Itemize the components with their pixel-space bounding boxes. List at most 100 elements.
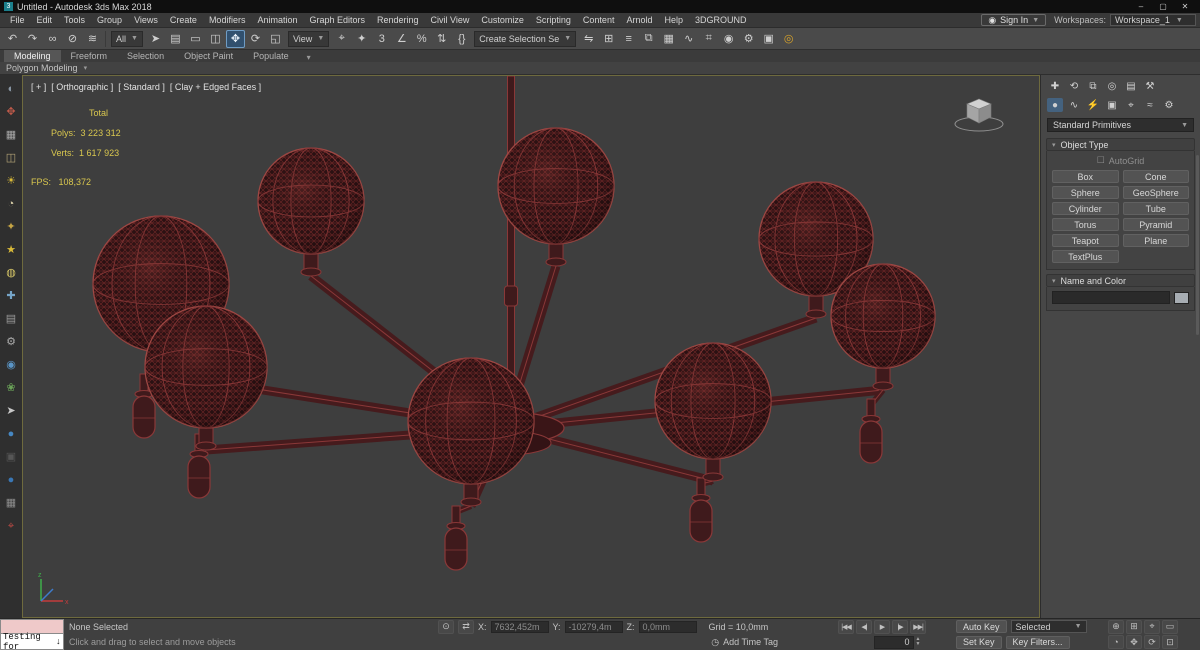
next-frame-button[interactable]: |▶ — [892, 619, 908, 634]
menu-animation[interactable]: Animation — [251, 13, 303, 28]
spinner-snap-icon[interactable]: ⇅ — [432, 30, 451, 48]
ribbon-tab-modeling[interactable]: Modeling — [4, 50, 61, 62]
zoom-all-icon[interactable]: ⊞ — [1126, 619, 1142, 634]
shapes-category-icon[interactable]: ∿ — [1066, 98, 1082, 112]
close-button[interactable]: ✕ — [1174, 2, 1196, 11]
set-key-button[interactable]: Set Key — [956, 635, 1002, 649]
sun-light-icon[interactable]: ☀ — [3, 173, 19, 189]
bulb-icon[interactable]: ◍ — [3, 265, 19, 281]
undo-icon[interactable]: ↶ — [3, 30, 22, 48]
listener-line[interactable]: Testing for ↓ — [0, 632, 64, 650]
select-and-manipulate-icon[interactable]: ✦ — [352, 30, 371, 48]
go-to-end-button[interactable]: ▶▶| — [910, 619, 926, 634]
objtype-teapot-button[interactable]: Teapot — [1052, 234, 1119, 247]
objtype-sphere-button[interactable]: Sphere — [1052, 186, 1119, 199]
objtype-cone-button[interactable]: Cone — [1122, 170, 1189, 183]
offset-mode-icon[interactable]: ⇄ — [458, 619, 474, 634]
ribbon-tab-selection[interactable]: Selection — [117, 50, 174, 62]
select-by-name-icon[interactable]: ▤ — [166, 30, 185, 48]
ribbon-subbar[interactable]: Polygon Modeling ▾ — [0, 62, 1200, 75]
spacewarps-category-icon[interactable]: ≈ — [1142, 98, 1158, 112]
menu-edit[interactable]: Edit — [31, 13, 59, 28]
menu-create[interactable]: Create — [164, 13, 203, 28]
maximize-button[interactable]: ▢ — [1152, 2, 1174, 11]
rendered-frame-window-icon[interactable]: ▣ — [759, 30, 778, 48]
frame-spinner[interactable]: ▲ ▼ — [916, 637, 921, 647]
ribbon-options-icon[interactable]: ▾ — [307, 53, 311, 62]
render-production-icon[interactable]: ◎ — [779, 30, 798, 48]
y-coordinate-field[interactable]: -10279,4m — [564, 620, 623, 633]
utilities-tab-icon[interactable]: ⚒ — [1142, 79, 1158, 93]
mirror-icon[interactable]: ⇋ — [579, 30, 598, 48]
helpers-category-icon[interactable]: ⌖ — [1123, 98, 1139, 112]
percent-snap-icon[interactable]: % — [412, 30, 431, 48]
selection-filter-dropdown[interactable]: All ▼ — [111, 30, 143, 47]
sign-in-dropdown[interactable]: ◉ Sign In ▼ — [981, 14, 1047, 26]
z-coordinate-field[interactable]: 0,0mm — [638, 620, 697, 633]
select-and-rotate-icon[interactable]: ⟳ — [246, 30, 265, 48]
name-and-color-rollout-header[interactable]: ▾ Name and Color — [1046, 274, 1195, 287]
render-setup-icon[interactable]: ⚙ — [739, 30, 758, 48]
objtype-cylinder-button[interactable]: Cylinder — [1052, 202, 1119, 215]
viewport[interactable]: [ + ] [ Orthographic ] [ Standard ] [ Cl… — [22, 75, 1040, 618]
key-filters-button[interactable]: Key Filters... — [1005, 635, 1070, 649]
zoom-extents-icon[interactable]: ⌖ — [1144, 619, 1160, 634]
unlink-selection-icon[interactable]: ⊘ — [63, 30, 82, 48]
menu-content[interactable]: Content — [577, 13, 621, 28]
select-link-icon[interactable]: ∞ — [43, 30, 62, 48]
hierarchy-tab-icon[interactable]: ⧉ — [1085, 79, 1101, 93]
menu-scripting[interactable]: Scripting — [530, 13, 577, 28]
redo-icon[interactable]: ↷ — [23, 30, 42, 48]
clay-sphere-icon[interactable]: ◔ — [3, 196, 19, 212]
rectangular-selection-region-icon[interactable]: ▭ — [186, 30, 205, 48]
maximize-viewport-icon[interactable]: ⊡ — [1162, 635, 1178, 650]
globe-icon[interactable]: ◉ — [3, 357, 19, 373]
nature-icon[interactable]: ❀ — [3, 380, 19, 396]
modify-tab-icon[interactable]: ⟲ — [1066, 79, 1082, 93]
cameras-category-icon[interactable]: ▣ — [1104, 98, 1120, 112]
previous-frame-button[interactable]: ◀| — [856, 619, 872, 634]
x-coordinate-field[interactable]: 7632,452m — [490, 620, 549, 633]
menu-group[interactable]: Group — [91, 13, 128, 28]
angle-snap-icon[interactable]: ∠ — [392, 30, 411, 48]
target-icon[interactable]: ⌖ — [3, 518, 19, 534]
primitive-category-dropdown[interactable]: Standard Primitives ▼ — [1047, 118, 1194, 132]
list-panel-icon[interactable]: ▤ — [3, 311, 19, 327]
select-and-scale-icon[interactable]: ◱ — [266, 30, 285, 48]
edit-named-selection-sets-icon[interactable]: {} — [452, 30, 471, 48]
isolate-selection-icon[interactable]: ⊙ — [438, 619, 454, 634]
display-tab-icon[interactable]: ▤ — [1123, 79, 1139, 93]
objtype-geosphere-button[interactable]: GeoSphere — [1122, 186, 1189, 199]
select-and-move-icon[interactable]: ✥ — [225, 29, 245, 48]
viewport-view-label[interactable]: [ Orthographic ] — [51, 82, 113, 92]
command-panel-scrollbar[interactable] — [1196, 155, 1199, 335]
objtype-textplus-button[interactable]: TextPlus — [1052, 250, 1119, 263]
ribbon-tab-freeform[interactable]: Freeform — [61, 50, 118, 62]
add-object-icon[interactable]: ✚ — [3, 288, 19, 304]
object-name-input[interactable] — [1052, 291, 1170, 304]
autogrid-checkbox[interactable]: ☐ — [1097, 155, 1105, 166]
menu-modifiers[interactable]: Modifiers — [203, 13, 252, 28]
select-object-icon[interactable]: ➤ — [146, 30, 165, 48]
objtype-torus-button[interactable]: Torus — [1052, 218, 1119, 231]
zoom-region-icon[interactable]: ▭ — [1162, 619, 1178, 634]
viewport-shading-label[interactable]: [ Clay + Edged Faces ] — [170, 82, 261, 92]
ocean-ball-icon[interactable]: ● — [3, 472, 19, 488]
spark-icon[interactable]: ✦ — [3, 219, 19, 235]
menu-arnold[interactable]: Arnold — [620, 13, 658, 28]
lights-category-icon[interactable]: ⚡ — [1085, 98, 1101, 112]
ribbon-tab-populate[interactable]: Populate — [243, 50, 299, 62]
play-button[interactable]: ▶ — [874, 619, 890, 634]
add-time-tag[interactable]: Add Time Tag — [723, 637, 778, 647]
pan-icon[interactable]: ✥ — [1126, 635, 1142, 650]
viewport-standard-label[interactable]: [ Standard ] — [118, 82, 165, 92]
curve-editor-icon[interactable]: ∿ — [679, 30, 698, 48]
create-tab-icon[interactable]: ✚ — [1047, 79, 1063, 93]
minimize-button[interactable]: – — [1130, 2, 1152, 11]
systems-category-icon[interactable]: ⚙ — [1161, 98, 1177, 112]
settings-gear-icon[interactable]: ⚙ — [3, 334, 19, 350]
schematic-view-icon[interactable]: ⌗ — [699, 30, 718, 48]
bind-to-spacewarp-icon[interactable]: ≋ — [83, 30, 102, 48]
objtype-plane-button[interactable]: Plane — [1122, 234, 1189, 247]
use-center-flyout-icon[interactable]: ⌖ — [332, 30, 351, 48]
